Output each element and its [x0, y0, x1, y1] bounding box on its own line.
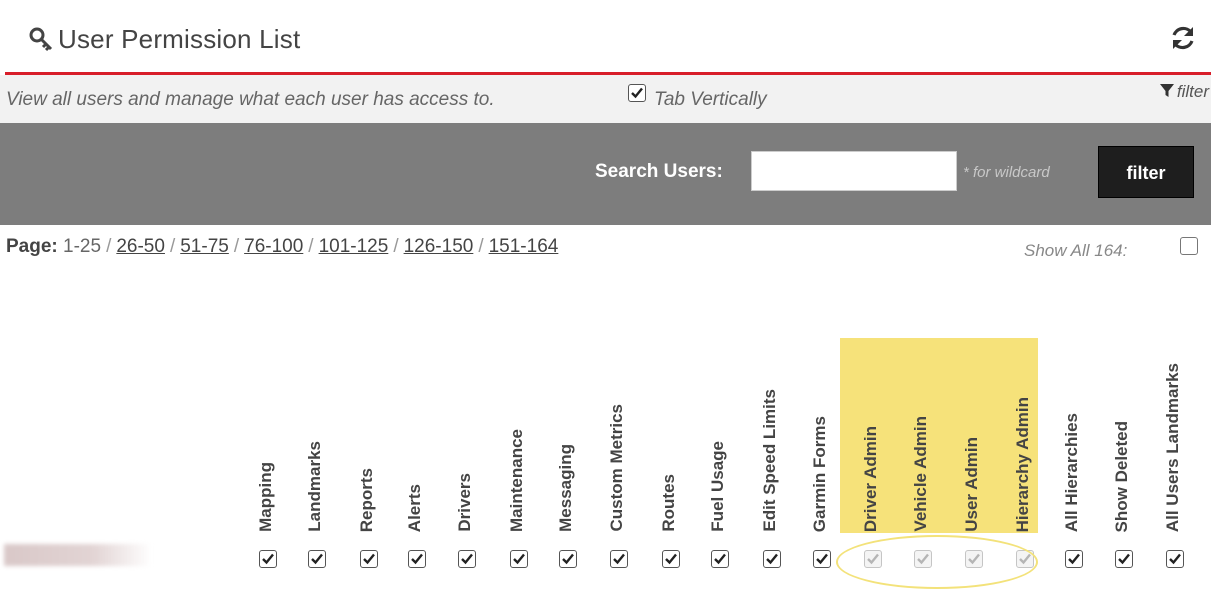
show-all-label: Show All 164: [1024, 241, 1128, 260]
column-header-user-admin: User Admin [962, 300, 988, 532]
user-name-redacted [4, 544, 152, 566]
permission-checkbox-edit-speed-limits[interactable] [763, 550, 781, 568]
checkmark-icon [1068, 553, 1080, 565]
funnel-icon [1159, 84, 1174, 97]
pagination-link[interactable]: 26-50 [116, 236, 165, 257]
column-header-label: Drivers [455, 473, 474, 532]
checkmark-icon [665, 553, 677, 565]
column-header-edit-speed-limits: Edit Speed Limits [760, 300, 786, 532]
column-header-vehicle-admin: Vehicle Admin [911, 300, 937, 532]
info-text: View all users and manage what each user… [6, 89, 495, 110]
search-users-input[interactable] [751, 151, 957, 191]
column-header-label: Driver Admin [861, 425, 880, 532]
column-header-label: Reports [357, 467, 376, 532]
checkmark-icon [1118, 553, 1130, 565]
page-title: User Permission List [58, 24, 301, 54]
checkmark-icon [411, 553, 423, 565]
checkmark-icon [766, 553, 778, 565]
permission-checkbox-mapping[interactable] [259, 550, 277, 568]
column-header-label: Messaging [556, 444, 575, 532]
info-bar: View all users and manage what each user… [0, 75, 1211, 123]
column-header-label: All Hierarchies [1062, 412, 1081, 532]
column-header-landmarks: Landmarks [305, 300, 331, 532]
permission-checkbox-all-hierarchies[interactable] [1065, 550, 1083, 568]
tab-vertically-checkbox[interactable] [628, 84, 646, 102]
permission-checkbox-show-deleted[interactable] [1115, 550, 1133, 568]
pagination-current-page: 1-25 [63, 236, 102, 257]
column-header-fuel-usage: Fuel Usage [708, 300, 734, 532]
filter-toggle-link[interactable]: filter [1159, 82, 1209, 102]
show-all-checkbox[interactable] [1180, 237, 1198, 255]
panel-header: User Permission List [0, 0, 1211, 72]
column-header-all-hierarchies: All Hierarchies [1062, 300, 1088, 532]
permission-checkbox-routes[interactable] [662, 550, 680, 568]
column-header-label: Routes [659, 474, 678, 532]
permission-checkbox-messaging[interactable] [559, 550, 577, 568]
tab-vertically-label: Tab Vertically [654, 89, 767, 110]
checkmark-icon [1169, 553, 1181, 565]
search-users-label: Search Users: [595, 161, 723, 182]
column-header-label: Mapping [256, 462, 275, 532]
checkmark-icon [262, 553, 274, 565]
column-header-label: Fuel Usage [708, 441, 727, 532]
column-header-garmin-forms: Garmin Forms [810, 300, 836, 532]
column-header-routes: Routes [659, 300, 685, 532]
pagination-link[interactable]: 126-150 [404, 236, 474, 257]
column-header-mapping: Mapping [256, 300, 282, 532]
checkmark-icon [714, 553, 726, 565]
checkmark-icon [562, 553, 574, 565]
pagination-link[interactable]: 151-164 [489, 236, 559, 257]
column-header-all-users-landmarks: All Users Landmarks [1163, 300, 1189, 532]
permission-checkbox-all-users-landmarks[interactable] [1166, 550, 1184, 568]
column-header-label: Custom Metrics [607, 404, 626, 532]
checkmark-icon [311, 553, 323, 565]
permission-checkbox-maintenance[interactable] [510, 550, 528, 568]
key-icon [29, 27, 53, 52]
checkmark-icon [461, 553, 473, 565]
filter-link-label: filter [1176, 82, 1209, 101]
checkmark-icon [816, 553, 828, 565]
checkmark-icon [513, 553, 525, 565]
checkmark-icon [363, 553, 375, 565]
column-header-show-deleted: Show Deleted [1112, 300, 1138, 532]
wildcard-hint: * for wildcard [963, 164, 1050, 181]
permission-checkbox-custom-metrics[interactable] [610, 550, 628, 568]
admin-columns-annotation [836, 535, 1038, 589]
column-header-custom-metrics: Custom Metrics [607, 300, 633, 532]
permission-checkbox-reports[interactable] [360, 550, 378, 568]
column-header-alerts: Alerts [405, 300, 431, 532]
column-header-hierarchy-admin: Hierarchy Admin [1013, 300, 1039, 532]
column-header-reports: Reports [357, 300, 383, 532]
column-header-label: Alerts [405, 483, 424, 532]
pagination-link[interactable]: 51-75 [180, 236, 229, 257]
column-header-driver-admin: Driver Admin [861, 300, 887, 532]
permission-checkbox-drivers[interactable] [458, 550, 476, 568]
pagination-link[interactable]: 76-100 [244, 236, 303, 257]
filter-button[interactable]: filter [1098, 146, 1194, 198]
permission-checkbox-landmarks[interactable] [308, 550, 326, 568]
refresh-icon[interactable] [1169, 24, 1197, 52]
column-header-label: Show Deleted [1112, 420, 1131, 532]
permission-checkbox-alerts[interactable] [408, 550, 426, 568]
pagination: Page: 1-25/26-50/51-75/76-100/101-125/12… [6, 236, 559, 257]
column-header-label: Maintenance [507, 429, 526, 532]
column-header-label: Garmin Forms [810, 415, 829, 532]
column-header-label: Edit Speed Limits [760, 389, 779, 532]
column-header-messaging: Messaging [556, 300, 582, 532]
permission-checkbox-garmin-forms[interactable] [813, 550, 831, 568]
checkmark-icon [613, 553, 625, 565]
column-header-label: Hierarchy Admin [1013, 396, 1032, 532]
column-header-label: User Admin [962, 437, 981, 532]
column-header-label: All Users Landmarks [1163, 362, 1182, 532]
checkmark-icon [631, 87, 643, 99]
pagination-link[interactable]: 101-125 [319, 236, 389, 257]
column-header-drivers: Drivers [455, 300, 481, 532]
permission-checkbox-fuel-usage[interactable] [711, 550, 729, 568]
column-header-maintenance: Maintenance [507, 300, 533, 532]
column-header-label: Landmarks [305, 441, 324, 532]
pagination-label: Page: [6, 236, 58, 257]
column-header-label: Vehicle Admin [911, 416, 930, 532]
